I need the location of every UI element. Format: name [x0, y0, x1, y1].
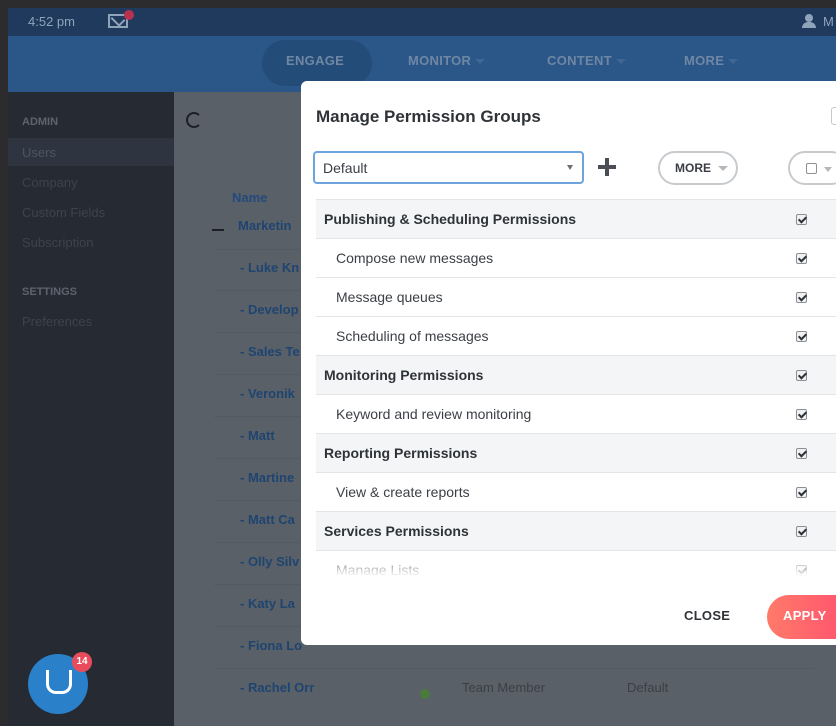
- nav-more[interactable]: MORE: [684, 53, 739, 68]
- permission-category-row[interactable]: Monitoring Permissions: [316, 355, 836, 394]
- permission-label: Monitoring Permissions: [324, 367, 484, 383]
- apply-button[interactable]: APPLY: [767, 595, 836, 639]
- chevron-down-icon: [615, 59, 626, 65]
- permission-row[interactable]: Keyword and review monitoring: [316, 394, 836, 433]
- permission-checkbox[interactable]: [796, 370, 807, 381]
- nav-engage[interactable]: ENGAGE: [286, 53, 344, 68]
- row-role: Team Member: [462, 680, 546, 695]
- permission-label: Message queues: [336, 289, 443, 305]
- user-name[interactable]: M: [823, 14, 834, 29]
- app-window: 4:52 pm M ENGAGE MONITOR CONTENT MORE AD…: [8, 8, 836, 726]
- permission-category-row[interactable]: Services Permissions: [316, 511, 836, 550]
- table-row[interactable]: - Fiona Lo: [240, 638, 302, 653]
- chevron-down-icon: [475, 59, 486, 65]
- permission-checkbox[interactable]: [796, 448, 807, 459]
- permission-category-row[interactable]: Reporting Permissions: [316, 433, 836, 472]
- permission-checkbox[interactable]: [796, 292, 807, 303]
- collapse-icon[interactable]: [212, 229, 224, 231]
- table-row[interactable]: - Develop: [240, 302, 299, 317]
- permission-group-value: Default: [323, 160, 368, 176]
- table-row[interactable]: - Luke Kn: [240, 260, 299, 275]
- chevron-down-icon: [718, 166, 728, 171]
- permission-label: Keyword and review monitoring: [336, 406, 532, 422]
- clock-time: 4:52 pm: [28, 14, 75, 29]
- permission-row[interactable]: Compose new messages: [316, 238, 836, 277]
- table-row[interactable]: - Olly Silv: [240, 554, 299, 569]
- add-group-plus-icon[interactable]: [598, 158, 616, 176]
- permission-label: Scheduling of messages: [336, 328, 489, 344]
- select-all-dropdown[interactable]: [788, 151, 836, 185]
- chat-badge: 14: [72, 652, 92, 672]
- chat-icon: [46, 670, 72, 694]
- permission-label: Reporting Permissions: [324, 445, 478, 461]
- permission-checkbox[interactable]: [796, 214, 807, 225]
- nav-monitor-label: MONITOR: [408, 53, 472, 68]
- permission-checkbox[interactable]: [796, 253, 807, 264]
- table-row[interactable]: - Matt Ca: [240, 512, 295, 527]
- close-icon[interactable]: [831, 107, 836, 125]
- permission-checkbox[interactable]: [796, 526, 807, 537]
- row-group: Default: [627, 680, 669, 695]
- table-row[interactable]: - Martine: [240, 470, 294, 485]
- sidebar-item-users[interactable]: Users: [22, 145, 56, 160]
- sidebar-item-company[interactable]: Company: [22, 175, 78, 190]
- permission-label: Publishing & Scheduling Permissions: [324, 211, 577, 227]
- more-button[interactable]: MORE: [658, 151, 738, 185]
- permission-row[interactable]: View & create reports: [316, 472, 836, 511]
- table-row[interactable]: - Matt: [240, 428, 275, 443]
- permission-checkbox[interactable]: [796, 487, 807, 498]
- column-header-name[interactable]: Name: [232, 190, 267, 205]
- table-row[interactable]: - Katy La: [240, 596, 295, 611]
- manage-permission-groups-modal: Manage Permission Groups Default MORE Pu…: [301, 81, 836, 645]
- modal-title: Manage Permission Groups: [316, 107, 541, 126]
- close-button[interactable]: CLOSE: [684, 608, 730, 623]
- permission-label: Compose new messages: [336, 250, 494, 266]
- nav-content[interactable]: CONTENT: [547, 53, 626, 68]
- user-icon[interactable]: [802, 14, 816, 28]
- top-bar: 4:52 pm M: [8, 8, 836, 36]
- list-fade: [316, 551, 836, 577]
- permission-group-select[interactable]: Default: [313, 151, 584, 184]
- more-button-label: MORE: [675, 161, 711, 175]
- status-dot: [420, 689, 430, 699]
- permission-checkbox[interactable]: [796, 409, 807, 420]
- permission-row[interactable]: Message queues: [316, 277, 836, 316]
- permission-label: View & create reports: [336, 484, 470, 500]
- refresh-icon[interactable]: [186, 112, 202, 128]
- chevron-down-icon: [824, 167, 832, 172]
- mail-badge: [124, 10, 134, 20]
- permission-label: Services Permissions: [324, 523, 469, 539]
- nav-monitor[interactable]: MONITOR: [408, 53, 486, 68]
- sidebar: ADMIN Users Company Custom Fields Subscr…: [8, 92, 174, 726]
- table-row[interactable]: - Veronik: [240, 386, 295, 401]
- dropdown-arrow-icon: [567, 165, 573, 170]
- permissions-list: Publishing & Scheduling Permissions Compo…: [316, 199, 836, 577]
- sidebar-item-preferences[interactable]: Preferences: [22, 314, 92, 329]
- checkbox-icon: [806, 163, 817, 174]
- permission-row[interactable]: Scheduling of messages: [316, 316, 836, 355]
- sidebar-item-subscription[interactable]: Subscription: [22, 235, 94, 250]
- nav-content-label: CONTENT: [547, 53, 612, 68]
- permission-checkbox[interactable]: [796, 331, 807, 342]
- row-divider: [214, 668, 814, 669]
- permission-category-row[interactable]: Publishing & Scheduling Permissions: [316, 199, 836, 238]
- sidebar-header-admin: ADMIN: [22, 116, 59, 128]
- apply-button-label: APPLY: [783, 608, 827, 623]
- nav-more-label: MORE: [684, 53, 725, 68]
- sidebar-item-custom-fields[interactable]: Custom Fields: [22, 205, 105, 220]
- sidebar-header-settings: SETTINGS: [22, 286, 78, 298]
- table-row[interactable]: - Sales Te: [240, 344, 300, 359]
- table-row[interactable]: - Rachel Orr: [240, 680, 314, 695]
- chevron-down-icon: [728, 59, 739, 65]
- group-row[interactable]: Marketin: [238, 218, 291, 233]
